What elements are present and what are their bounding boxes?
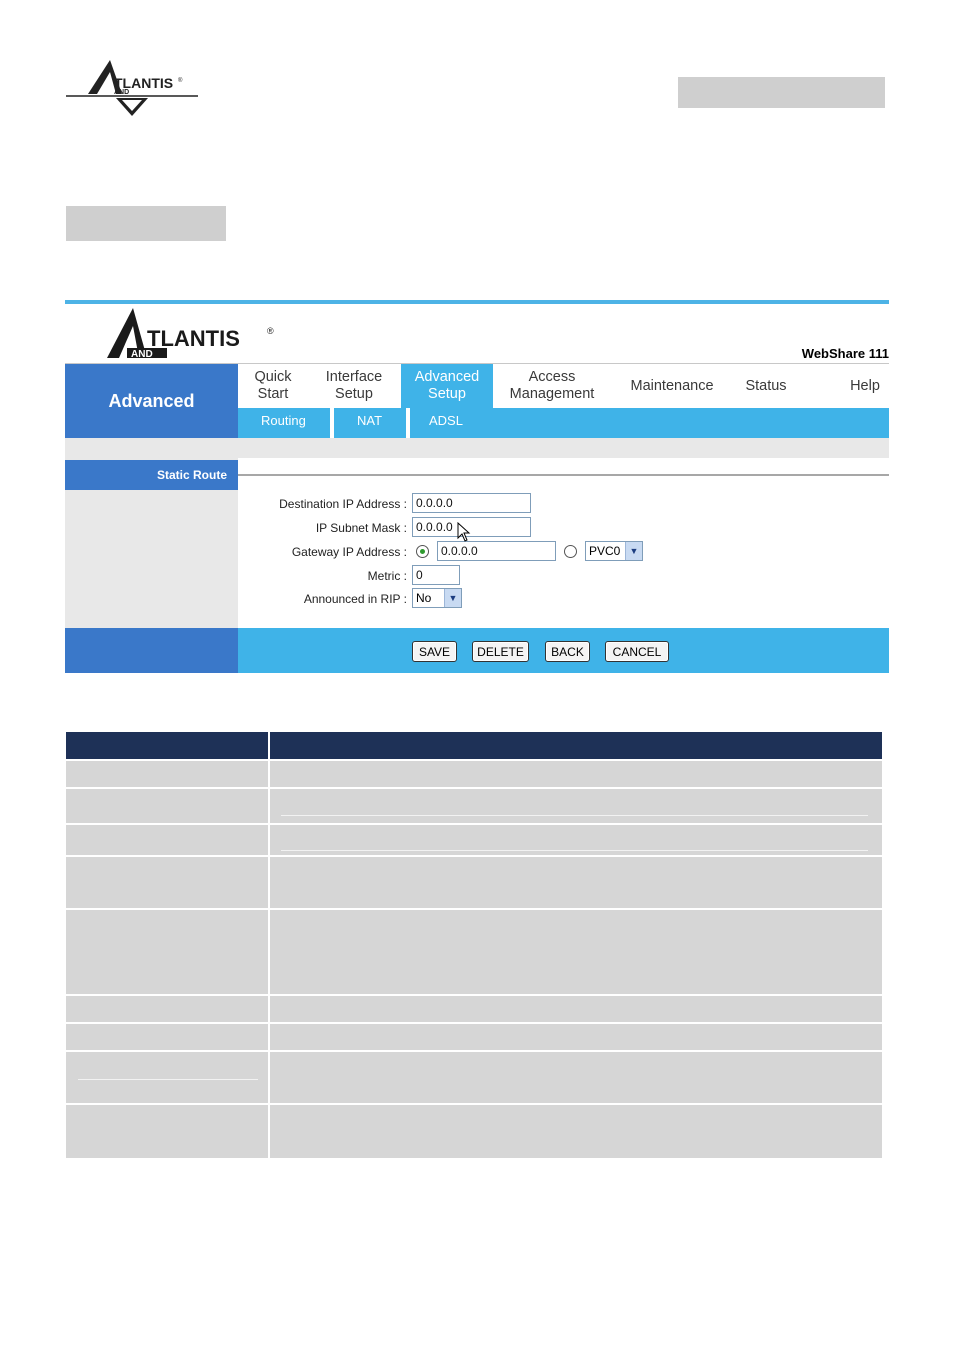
gateway-ip-label: Gateway IP Address : xyxy=(291,545,407,559)
svg-text:TLANTIS: TLANTIS xyxy=(147,326,240,351)
svg-text:®: ® xyxy=(267,326,274,336)
pvc-select[interactable]: PVC0 ▼ xyxy=(585,541,643,561)
table-row xyxy=(66,825,882,855)
svg-text:AND: AND xyxy=(131,349,153,360)
svg-text:®: ® xyxy=(178,77,183,84)
gateway-ip-radio[interactable] xyxy=(416,545,429,558)
section-divider xyxy=(238,474,889,476)
sub-nav: Routing NAT ADSL xyxy=(238,408,889,438)
nav-maintenance[interactable]: Maintenance xyxy=(620,364,724,408)
chevron-down-icon: ▼ xyxy=(444,589,461,607)
mouse-pointer-icon xyxy=(457,522,471,542)
nav-access-management[interactable]: Access Management xyxy=(500,364,604,408)
subnav-separator xyxy=(406,408,410,438)
section-title-static-route: Static Route xyxy=(65,460,238,490)
metric-input[interactable]: 0 xyxy=(412,565,460,585)
nav-advanced-setup[interactable]: Advanced Setup xyxy=(401,364,493,408)
save-button[interactable]: SAVE xyxy=(412,641,457,662)
nav-quick-start[interactable]: Quick Start xyxy=(238,364,308,408)
subnav-adsl[interactable]: ADSL xyxy=(429,413,463,428)
redacted-header-box xyxy=(678,77,885,108)
metric-label: Metric : xyxy=(367,569,407,583)
dest-ip-input[interactable]: 0.0.0.0 xyxy=(412,493,531,513)
subnav-routing[interactable]: Routing xyxy=(261,413,306,428)
delete-button[interactable]: DELETE xyxy=(472,641,529,662)
footer-left-block xyxy=(65,628,238,673)
nav-interface-setup[interactable]: Interface Setup xyxy=(312,364,396,408)
nav-help[interactable]: Help xyxy=(836,364,894,408)
nav-status[interactable]: Status xyxy=(736,364,796,408)
table-row xyxy=(66,857,882,908)
row-rule xyxy=(78,1079,258,1080)
main-nav: Quick Start Interface Setup Advanced Setup … xyxy=(238,364,889,408)
subnav-nat[interactable]: NAT xyxy=(357,413,382,428)
table-row xyxy=(66,1052,882,1103)
pvc-select-value: PVC0 xyxy=(589,544,621,558)
section-label-advanced: Advanced xyxy=(65,364,238,438)
router-config-screenshot: TLANTIS AND ® WebShare 111 Advanced Quic… xyxy=(65,300,889,673)
subnet-mask-input[interactable]: 0.0.0.0 xyxy=(412,517,531,537)
table-row xyxy=(66,789,882,823)
subnav-separator xyxy=(330,408,334,438)
row-rule xyxy=(281,850,868,851)
brand-logo: TLANTIS AND ® xyxy=(107,308,274,360)
redacted-section-box xyxy=(66,206,226,241)
back-button[interactable]: BACK xyxy=(545,641,590,662)
gateway-ip-input[interactable]: 0.0.0.0 xyxy=(437,541,556,561)
rip-select-value: No xyxy=(416,591,432,605)
spacer-band xyxy=(65,438,889,458)
atlantis-logo: TLANTIS AND ® xyxy=(66,60,198,116)
row-rule xyxy=(281,815,868,816)
parameter-table xyxy=(66,732,882,1158)
rip-select[interactable]: No ▼ xyxy=(412,588,462,608)
table-row xyxy=(66,996,882,1022)
product-name: WebShare 111 xyxy=(801,346,889,361)
svg-text:AND: AND xyxy=(114,89,129,96)
rip-label: Announced in RIP : xyxy=(303,592,407,606)
table-header xyxy=(66,732,882,759)
table-row xyxy=(66,1105,882,1158)
table-row xyxy=(66,1024,882,1050)
cancel-button[interactable]: CANCEL xyxy=(605,641,669,662)
chevron-down-icon: ▼ xyxy=(625,542,642,560)
dest-ip-label: Destination IP Address : xyxy=(279,497,407,511)
table-row xyxy=(66,910,882,994)
subnet-mask-label: IP Subnet Mask : xyxy=(315,521,407,535)
gateway-pvc-radio[interactable] xyxy=(564,545,577,558)
table-row xyxy=(66,761,882,787)
